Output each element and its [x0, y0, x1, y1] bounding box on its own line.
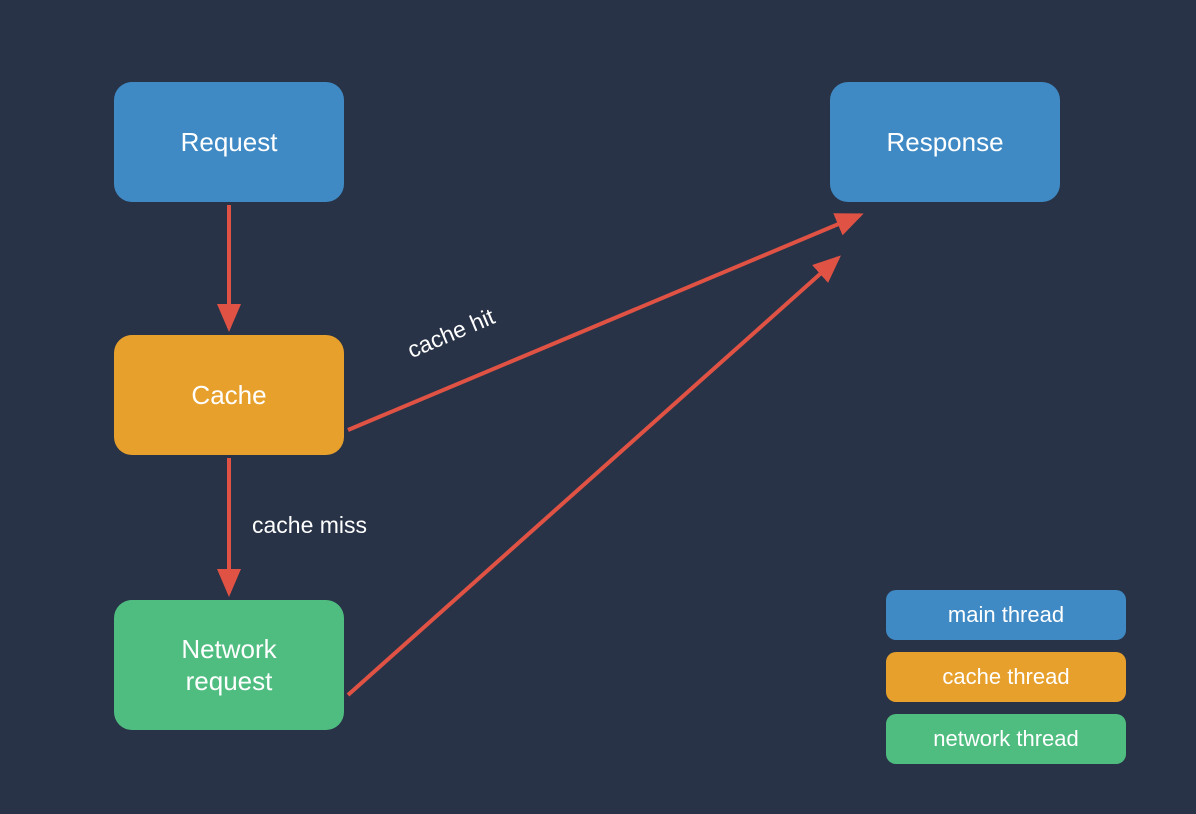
- edge-label-cache-hit: cache hit: [403, 303, 498, 364]
- node-cache-label: Cache: [191, 379, 266, 412]
- node-request: Request: [114, 82, 344, 202]
- node-network-request: Network request: [114, 600, 344, 730]
- node-cache: Cache: [114, 335, 344, 455]
- legend-cache-thread: cache thread: [886, 652, 1126, 702]
- node-response: Response: [830, 82, 1060, 202]
- node-request-label: Request: [181, 126, 278, 159]
- legend: main thread cache thread network thread: [886, 590, 1126, 764]
- node-network-request-label: Network request: [181, 633, 276, 698]
- legend-network-thread: network thread: [886, 714, 1126, 764]
- legend-main-thread: main thread: [886, 590, 1126, 640]
- arrow-network-to-response: [348, 258, 838, 695]
- legend-network-thread-label: network thread: [933, 726, 1079, 752]
- arrow-cache-to-response: [348, 215, 860, 430]
- legend-main-thread-label: main thread: [948, 602, 1064, 628]
- edge-label-cache-miss: cache miss: [252, 512, 367, 539]
- legend-cache-thread-label: cache thread: [942, 664, 1069, 690]
- node-response-label: Response: [886, 126, 1003, 159]
